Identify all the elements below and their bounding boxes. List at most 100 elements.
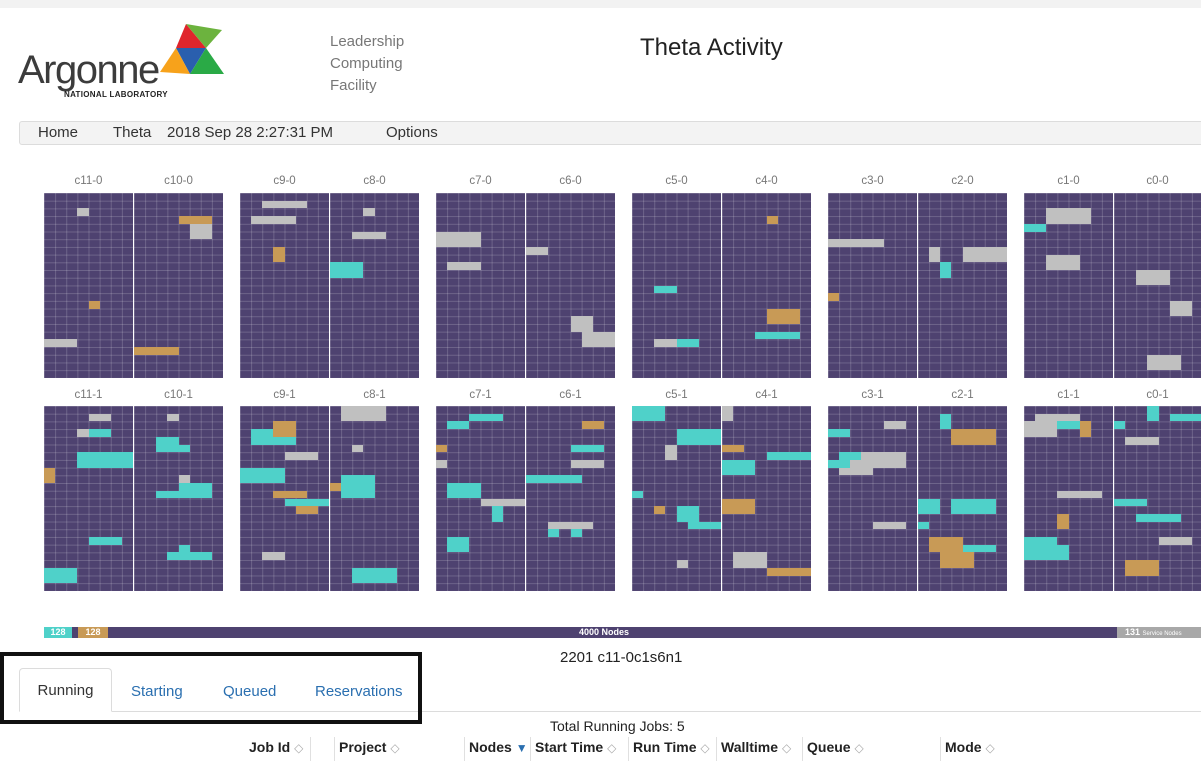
cabinet-c6-1[interactable] xyxy=(526,406,615,591)
node-block[interactable] xyxy=(766,452,811,460)
node-block[interactable] xyxy=(469,413,503,422)
col-job-id[interactable]: Job Id ◇ xyxy=(245,737,311,761)
node-block[interactable] xyxy=(548,475,582,484)
node-block[interactable] xyxy=(940,262,952,278)
node-block[interactable] xyxy=(1024,421,1058,437)
node-block[interactable] xyxy=(940,413,952,430)
node-block[interactable] xyxy=(722,444,745,453)
node-block[interactable] xyxy=(828,429,851,437)
node-block[interactable] xyxy=(1046,208,1091,224)
node-block[interactable] xyxy=(883,421,906,430)
node-block[interactable] xyxy=(134,347,179,355)
node-block[interactable] xyxy=(1169,413,1201,422)
cabinet-c1-1[interactable] xyxy=(1024,406,1113,591)
node-block[interactable] xyxy=(1147,354,1181,371)
node-block[interactable] xyxy=(828,293,840,301)
node-block[interactable] xyxy=(1136,270,1170,286)
node-block[interactable] xyxy=(284,452,318,460)
node-block[interactable] xyxy=(1057,490,1102,499)
node-block[interactable] xyxy=(436,231,481,247)
node-block[interactable] xyxy=(581,331,615,348)
node-block[interactable] xyxy=(352,231,386,240)
node-block[interactable] xyxy=(273,421,296,437)
col-walltime[interactable]: Walltime ◇ xyxy=(717,737,803,761)
node-block[interactable] xyxy=(447,421,470,430)
col-queue[interactable]: Queue ◇ xyxy=(803,737,941,761)
cabinet-c11-0[interactable] xyxy=(44,193,133,378)
node-block[interactable] xyxy=(570,316,593,332)
node-block[interactable] xyxy=(654,285,677,294)
cabinet-c9-1[interactable] xyxy=(240,406,329,591)
cabinet-c0-1[interactable] xyxy=(1114,406,1201,591)
col-start-time[interactable]: Start Time ◇ xyxy=(531,737,629,761)
node-block[interactable] xyxy=(156,490,179,499)
node-block[interactable] xyxy=(341,490,375,499)
node-block[interactable] xyxy=(491,506,503,522)
node-block[interactable] xyxy=(548,529,560,538)
node-block[interactable] xyxy=(156,436,179,445)
cabinet-c7-1[interactable] xyxy=(436,406,525,591)
node-block[interactable] xyxy=(918,498,941,514)
node-block[interactable] xyxy=(447,537,470,553)
node-block[interactable] xyxy=(189,223,212,240)
node-block[interactable] xyxy=(352,444,364,453)
cabinet-c8-1[interactable] xyxy=(330,406,419,591)
cabinet-c5-0[interactable] xyxy=(632,193,721,378)
node-block[interactable] xyxy=(77,208,89,217)
node-block[interactable] xyxy=(676,506,699,522)
node-block[interactable] xyxy=(654,506,666,514)
node-block[interactable] xyxy=(273,490,307,499)
node-block[interactable] xyxy=(273,246,285,263)
col-project[interactable]: Project ◇ xyxy=(335,737,465,761)
node-block[interactable] xyxy=(178,475,190,484)
node-block[interactable] xyxy=(178,216,212,224)
node-block[interactable] xyxy=(447,483,481,499)
node-block[interactable] xyxy=(526,246,549,255)
node-block[interactable] xyxy=(766,567,811,576)
node-block[interactable] xyxy=(929,246,941,263)
node-block[interactable] xyxy=(1057,513,1069,530)
node-block[interactable] xyxy=(632,490,644,499)
node-block[interactable] xyxy=(167,552,212,561)
node-block[interactable] xyxy=(240,467,285,484)
node-block[interactable] xyxy=(951,498,996,514)
node-block[interactable] xyxy=(665,444,677,460)
node-block[interactable] xyxy=(929,537,963,553)
node-block[interactable] xyxy=(480,498,525,507)
node-block[interactable] xyxy=(632,406,666,422)
node-block[interactable] xyxy=(766,216,778,224)
cabinet-c7-0[interactable] xyxy=(436,193,525,378)
node-block[interactable] xyxy=(88,452,133,468)
node-block[interactable] xyxy=(363,208,375,217)
node-block[interactable] xyxy=(295,506,318,514)
node-block[interactable] xyxy=(722,498,756,514)
node-block[interactable] xyxy=(341,406,386,422)
node-block[interactable] xyxy=(581,421,604,430)
node-block[interactable] xyxy=(1114,421,1126,430)
node-block[interactable] xyxy=(722,406,734,422)
node-block[interactable] xyxy=(1125,436,1159,445)
node-block[interactable] xyxy=(918,521,930,530)
node-block[interactable] xyxy=(676,339,699,348)
cabinet-c3-0[interactable] xyxy=(828,193,917,378)
node-block[interactable] xyxy=(861,452,906,468)
node-block[interactable] xyxy=(44,567,78,584)
node-block[interactable] xyxy=(44,467,56,484)
cabinet-c8-0[interactable] xyxy=(330,193,419,378)
node-block[interactable] xyxy=(962,246,1007,263)
node-block[interactable] xyxy=(88,537,122,545)
cabinet-c11-1[interactable] xyxy=(44,406,133,591)
node-block[interactable] xyxy=(722,459,756,476)
cabinet-c3-1[interactable] xyxy=(828,406,917,591)
node-block[interactable] xyxy=(839,239,884,247)
node-block[interactable] xyxy=(262,552,285,561)
node-block[interactable] xyxy=(1079,421,1091,437)
node-block[interactable] xyxy=(251,216,296,224)
node-block[interactable] xyxy=(940,552,974,568)
node-block[interactable] xyxy=(1024,223,1047,232)
node-block[interactable] xyxy=(1169,300,1192,317)
node-block[interactable] xyxy=(178,483,212,499)
node-block[interactable] xyxy=(570,444,604,453)
cabinet-c2-0[interactable] xyxy=(918,193,1007,378)
cabinet-c6-0[interactable] xyxy=(526,193,615,378)
